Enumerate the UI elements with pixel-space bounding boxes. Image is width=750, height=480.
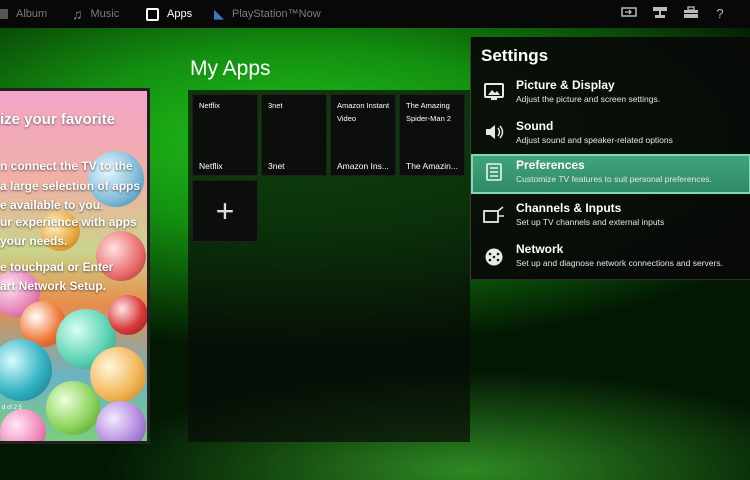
app-tile-amazing-spider-man-2[interactable]: The Amazing Spider-Man 2 The Amazin... <box>399 94 465 176</box>
channels-inputs-icon <box>483 206 505 226</box>
settings-item-sound[interactable]: Sound Adjust sound and speaker-related o… <box>471 115 750 155</box>
settings-item-picture-display[interactable]: Picture & Display Adjust the picture and… <box>471 74 750 114</box>
app-tile-label: The Amazin... <box>406 161 458 171</box>
app-tile-amazon-instant-video[interactable]: Amazon Instant Video Amazon Ins... <box>330 94 396 176</box>
settings-item-channels-inputs[interactable]: Channels & Inputs Set up TV channels and… <box>471 197 750 237</box>
settings-item-label: Sound <box>516 119 554 133</box>
settings-item-desc: Set up and diagnose network connections … <box>516 258 723 268</box>
tab-album-label: Album <box>16 8 48 20</box>
promo-line: n connect the TV to the <box>0 159 133 173</box>
promo-line: art Network Setup. <box>0 279 107 293</box>
settings-item-desc: Set up TV channels and external inputs <box>516 217 665 227</box>
add-app-button[interactable]: + <box>192 180 258 242</box>
app-tile-name: Netflix <box>199 101 220 110</box>
album-icon <box>0 9 8 19</box>
app-tile-name: 3net <box>268 101 283 110</box>
top-menu-bar: Album ♫ Music Apps ◣ PlayStation™Now ? <box>0 0 750 28</box>
settings-item-label: Network <box>516 242 564 256</box>
settings-item-label: Channels & Inputs <box>516 201 622 215</box>
promo-title: ize your favorite <box>0 111 116 128</box>
toolbox-icon[interactable] <box>682 6 700 22</box>
promo-line: e available to you. <box>0 198 104 212</box>
settings-item-label: Picture & Display <box>516 78 615 92</box>
playstation-icon: ◣ <box>214 6 224 21</box>
settings-item-label: Preferences <box>516 158 585 172</box>
app-tile-netflix[interactable]: Netflix Netflix <box>192 94 258 176</box>
promo-line: ur experience with apps <box>0 215 137 229</box>
preferences-icon <box>483 163 505 183</box>
tab-apps-label: Apps <box>167 8 193 20</box>
app-tile-label: Netflix <box>199 161 223 171</box>
app-tile-name: Amazon Instant Video <box>337 101 390 123</box>
promo-line: e touchpad or Enter <box>0 260 114 274</box>
settings-title: Settings <box>481 46 549 65</box>
settings-menu: Settings Picture & Display Adjust the pi… <box>470 37 750 280</box>
promo-footer: d of 2 5 <box>2 405 23 411</box>
sound-icon <box>483 124 505 144</box>
settings-item-desc: Adjust sound and speaker-related options <box>516 135 673 145</box>
tab-playstation-now-label: PlayStation™Now <box>232 8 321 20</box>
tab-music[interactable]: ♫ Music <box>72 5 119 23</box>
tab-album[interactable]: Album <box>0 5 47 23</box>
settings-item-desc: Customize TV features to suit personal p… <box>516 174 712 184</box>
picture-display-icon <box>483 83 505 103</box>
app-tile-name: The Amazing Spider-Man 2 <box>406 101 452 123</box>
settings-item-desc: Adjust the picture and screen settings. <box>516 94 661 104</box>
app-tile-label: 3net <box>268 161 285 171</box>
settings-item-preferences[interactable]: Preferences Customize TV features to sui… <box>471 154 750 194</box>
apps-icon <box>146 7 159 21</box>
promo-line: a large selection of apps <box>0 179 141 193</box>
settings-item-network[interactable]: Network Set up and diagnose network conn… <box>471 238 750 278</box>
app-tile-label: Amazon Ins... <box>337 161 389 171</box>
my-apps-title: My Apps <box>190 57 271 80</box>
app-tile-3net[interactable]: 3net 3net <box>261 94 327 176</box>
network-icon[interactable] <box>651 6 669 22</box>
tab-playstation-now[interactable]: ◣ PlayStation™Now <box>214 5 321 23</box>
promo-line: your needs. <box>0 234 68 248</box>
input-icon[interactable] <box>620 6 638 22</box>
promo-panel[interactable]: ize your favorite n connect the TV to th… <box>0 88 150 444</box>
music-icon: ♫ <box>72 6 83 22</box>
network-globe-icon <box>483 247 505 267</box>
help-icon[interactable]: ? <box>711 6 729 22</box>
tab-apps[interactable]: Apps <box>146 5 192 23</box>
tab-music-label: Music <box>90 8 120 20</box>
